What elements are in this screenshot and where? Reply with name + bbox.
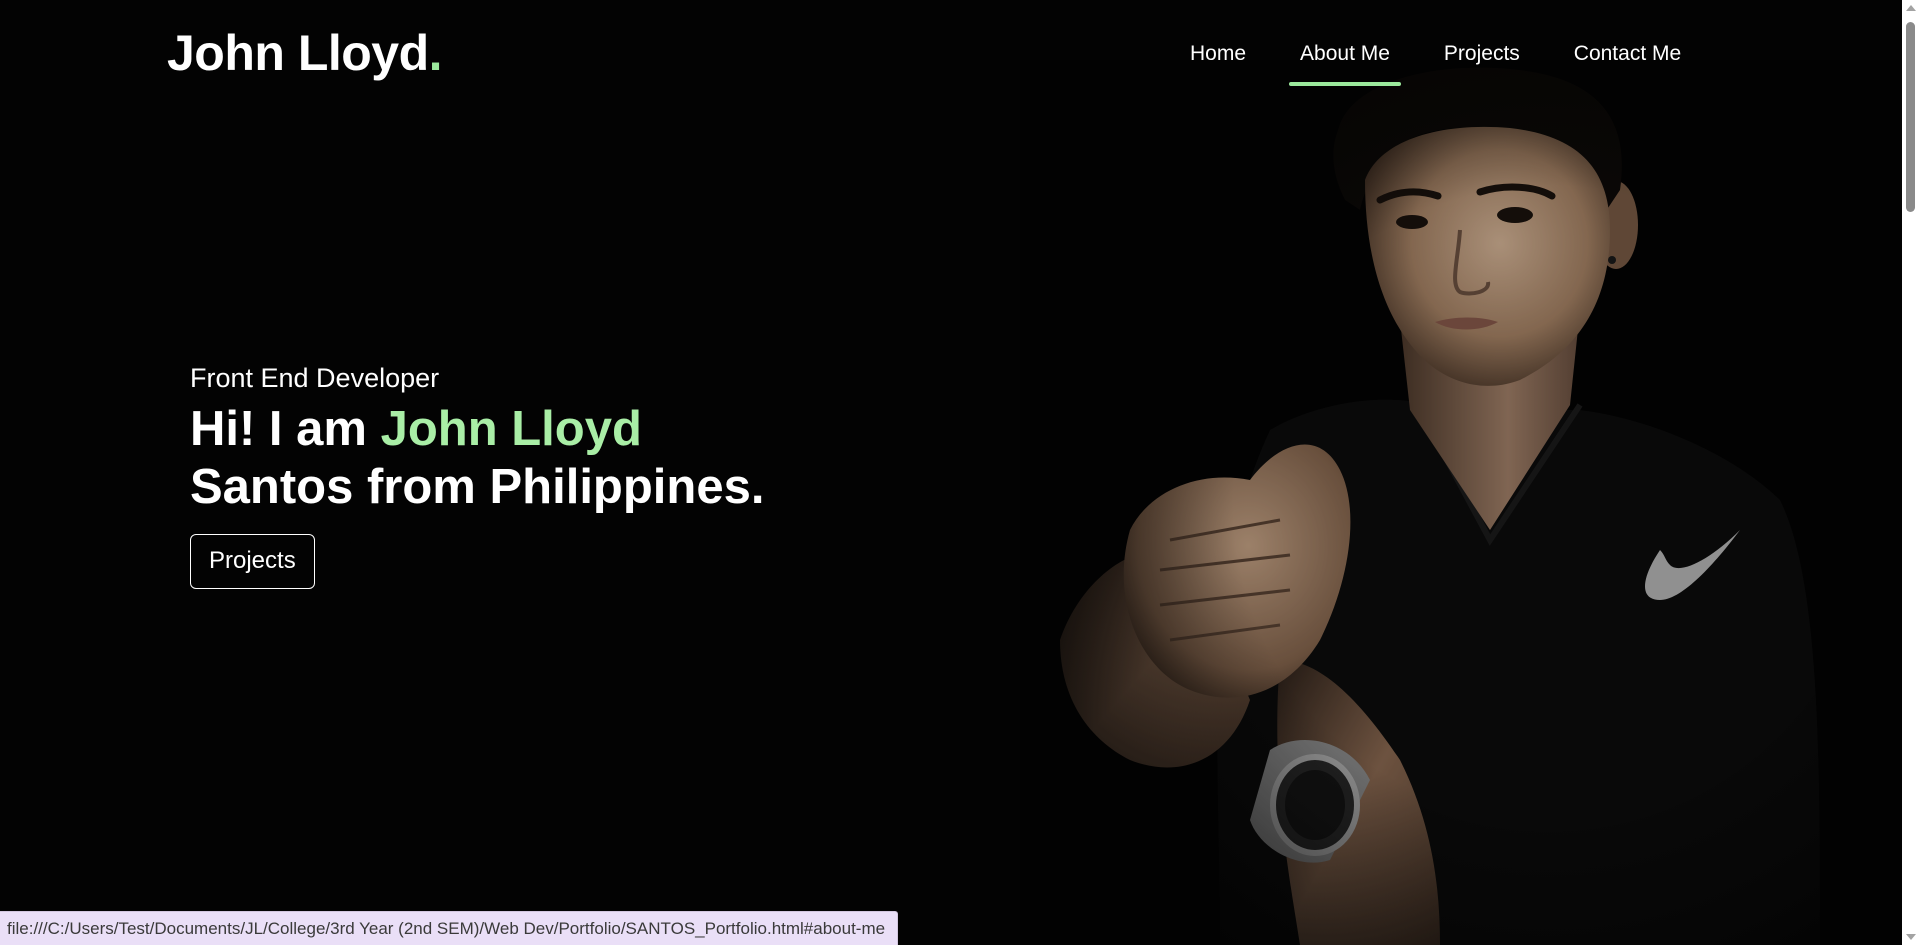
scroll-thumb[interactable] xyxy=(1906,22,1915,212)
browser-status-url: file:///C:/Users/Test/Documents/JL/Colle… xyxy=(0,911,899,945)
hero-title: Hi! I am John Lloyd Santos from Philippin… xyxy=(190,400,764,516)
profile-photo xyxy=(1020,60,1900,945)
hero-section: Front End Developer Hi! I am John Lloyd S… xyxy=(190,362,764,589)
main-nav: Home About Me Projects Contact Me xyxy=(1190,42,1681,86)
logo-dot: . xyxy=(428,25,443,81)
nav-about-me[interactable]: About Me xyxy=(1289,42,1401,86)
hero-greeting: Hi! I am xyxy=(190,402,381,456)
page-scrollbar[interactable] xyxy=(1902,0,1919,945)
nav-home[interactable]: Home xyxy=(1190,42,1246,66)
hero-role: Front End Developer xyxy=(190,363,440,393)
scroll-down-arrow-icon[interactable] xyxy=(1906,934,1916,940)
nav-projects[interactable]: Projects xyxy=(1444,42,1520,66)
scroll-up-arrow-icon[interactable] xyxy=(1906,5,1916,11)
logo-text: John Lloyd xyxy=(167,25,429,81)
portfolio-page: John Lloyd. Home About Me Projects Conta… xyxy=(0,0,1919,945)
hero-name: John Lloyd xyxy=(380,402,642,456)
hero-rest: Santos from Philippines. xyxy=(190,460,765,514)
site-logo[interactable]: John Lloyd. xyxy=(167,24,443,82)
nav-contact-me[interactable]: Contact Me xyxy=(1574,42,1681,66)
projects-button[interactable]: Projects xyxy=(190,534,315,589)
